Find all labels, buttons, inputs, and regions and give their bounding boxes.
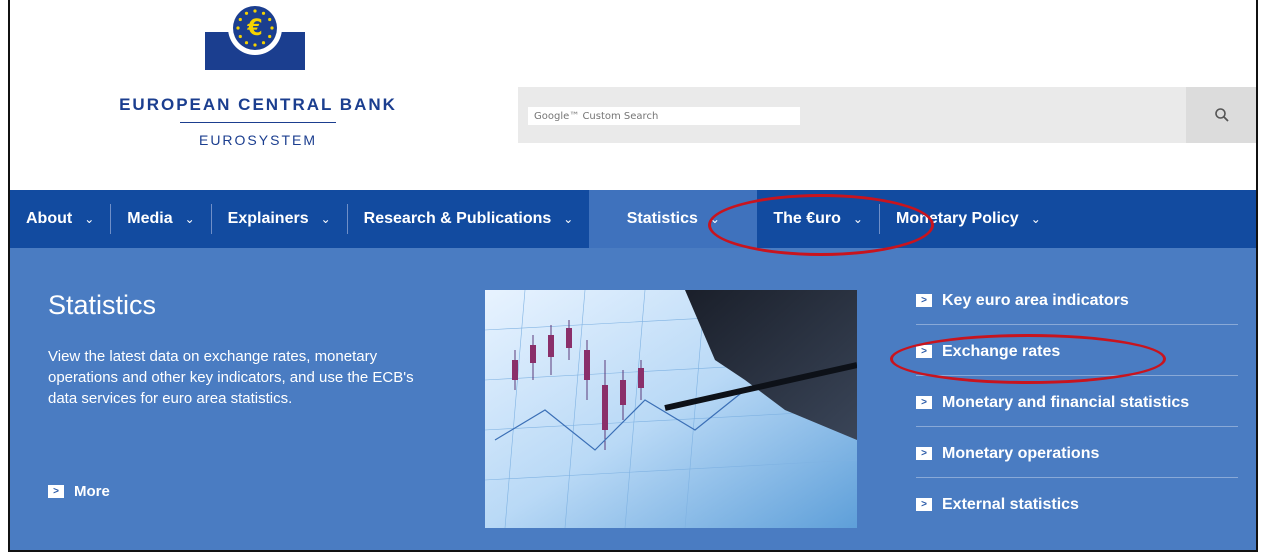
statistics-dropdown-panel: Statistics View the latest data on excha…: [10, 248, 1256, 550]
arrow-right-icon: >: [916, 294, 932, 308]
link-label: Key euro area indicators: [942, 292, 1129, 309]
logo-divider: [180, 122, 336, 123]
panel-title: Statistics: [48, 290, 157, 320]
chevron-down-icon: ⌄: [1030, 212, 1041, 226]
nav-about[interactable]: About ⌄: [10, 190, 110, 248]
arrow-right-icon: >: [916, 498, 932, 512]
nav-explainers[interactable]: Explainers ⌄: [212, 190, 347, 248]
ecb-logo[interactable]: €: [205, 2, 305, 70]
browser-frame: € EUROPEAN CENTRAL BANK EUROSYSTEM About…: [8, 0, 1258, 552]
chevron-down-icon: ⌄: [320, 212, 331, 226]
eurosystem-label: EUROSYSTEM: [198, 132, 317, 148]
nav-media-label: Media: [127, 210, 173, 227]
more-label: More: [74, 483, 110, 500]
link-label: Monetary operations: [942, 445, 1100, 462]
nav-research-label: Research & Publications: [363, 210, 552, 227]
chevron-down-icon: ⌄: [563, 212, 574, 226]
arrow-right-icon: >: [916, 396, 932, 410]
main-nav: About ⌄ Media ⌄ Explainers ⌄ Research & Pub…: [10, 190, 1256, 248]
search-input[interactable]: [528, 107, 800, 125]
panel-description: View the latest data on exchange rates, …: [48, 348, 414, 407]
search-icon: [1215, 108, 1229, 122]
nav-explainers-label: Explainers: [227, 210, 309, 227]
nav-research-publications[interactable]: Research & Publications ⌄: [348, 190, 590, 248]
bank-name: EUROPEAN CENTRAL BANK: [119, 95, 397, 114]
link-label: Monetary and financial statistics: [942, 394, 1190, 411]
nav-about-label: About: [26, 210, 73, 227]
statistics-chart-photo: [485, 290, 857, 528]
chevron-down-icon: ⌄: [84, 212, 95, 226]
nav-statistics-label: Statistics: [626, 210, 698, 227]
svg-text:€: €: [246, 16, 262, 41]
site-header: € EUROPEAN CENTRAL BANK EUROSYSTEM: [10, 0, 1256, 190]
chevron-down-icon: ⌄: [184, 212, 195, 226]
link-key-euro-area-indicators[interactable]: > Key euro area indicators: [916, 286, 1238, 325]
statistics-links: > Key euro area indicators > Exchange rate…: [916, 286, 1238, 540]
nav-media[interactable]: Media ⌄: [111, 190, 210, 248]
more-link[interactable]: > More: [48, 483, 110, 500]
link-label: External statistics: [942, 496, 1079, 513]
arrow-right-icon: >: [48, 485, 64, 498]
link-monetary-operations[interactable]: > Monetary operations: [916, 439, 1238, 478]
link-monetary-financial-statistics[interactable]: > Monetary and financial statistics: [916, 388, 1238, 427]
annotation-circle-exchange-rates: [890, 334, 1166, 384]
annotation-circle-statistics: [708, 194, 934, 256]
search-button[interactable]: [1186, 87, 1256, 143]
search-bar: [518, 87, 1186, 143]
link-external-statistics[interactable]: > External statistics: [916, 490, 1238, 528]
arrow-right-icon: >: [916, 447, 932, 461]
